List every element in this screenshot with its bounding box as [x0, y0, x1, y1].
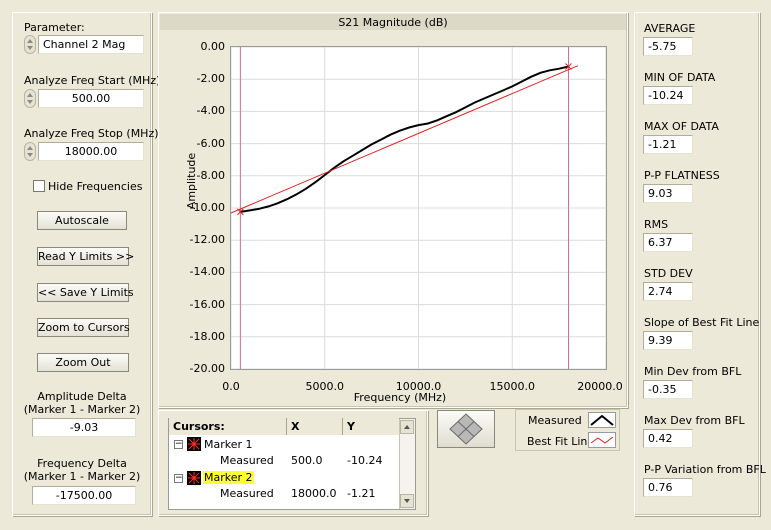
- stat-label: STD DEV: [644, 267, 693, 280]
- y-tick-label: -20.00: [189, 362, 225, 375]
- marker-1-cursor-icon: [187, 437, 201, 451]
- freq-start-field[interactable]: 500.00: [38, 89, 144, 108]
- x-tick-label: 20000.0: [577, 380, 623, 393]
- stat-label: AVERAGE: [644, 22, 696, 35]
- marker-2-name[interactable]: Marker 2: [203, 471, 254, 484]
- marker-2-collapse-icon[interactable]: −: [174, 474, 183, 483]
- stat-label: MAX OF DATA: [644, 120, 719, 133]
- cursor-move-button[interactable]: [437, 410, 495, 448]
- legend-bestfit-label: Best Fit Line: [527, 435, 595, 448]
- stat-value: -1.21: [643, 135, 693, 154]
- y-tick-label: -8.00: [196, 168, 225, 182]
- amplitude-delta-value: -9.03: [32, 418, 136, 437]
- autoscale-button[interactable]: Autoscale: [37, 211, 127, 230]
- scroll-down-icon[interactable]: [400, 494, 414, 508]
- stat-label: Min Dev from BFL: [644, 365, 742, 378]
- stat-label: P-P FLATNESS: [644, 169, 720, 182]
- parameter-field[interactable]: Channel 2 Mag: [38, 35, 144, 54]
- legend-measured-swatch: [588, 412, 616, 428]
- x-tick-label: 0.0: [222, 380, 240, 393]
- freq-stop-field[interactable]: 18000.00: [38, 142, 144, 161]
- y-tick-label: -16.00: [189, 297, 225, 311]
- x-tick-label: 5000.0: [305, 380, 345, 393]
- frequency-delta-sublabel: (Marker 1 - Marker 2): [23, 470, 141, 483]
- cursors-header-y: Y: [343, 418, 399, 435]
- marker-1-sub: Measured: [220, 454, 274, 467]
- stat-value: 0.42: [643, 429, 693, 448]
- read-y-limits-button[interactable]: Read Y Limits >>: [37, 247, 134, 266]
- zoom-to-cursors-button[interactable]: Zoom to Cursors: [37, 318, 130, 337]
- chart-title: S21 Magnitude (dB): [338, 16, 448, 29]
- x-tick-label: 10000.0: [395, 380, 442, 393]
- hide-frequencies-label: Hide Frequencies: [48, 180, 143, 193]
- freq-stop-spinner[interactable]: [24, 142, 36, 161]
- x-tick-label: 15000.0: [489, 380, 536, 393]
- hide-frequencies-checkbox[interactable]: [33, 180, 45, 192]
- y-tick-label: -6.00: [196, 136, 225, 150]
- diamond-move-icon: [449, 413, 483, 445]
- y-tick-label: -12.00: [189, 233, 225, 247]
- cursors-header-name: Cursors:: [169, 418, 287, 435]
- stat-value: -5.75: [643, 37, 693, 56]
- frequency-delta-label: Frequency Delta: [37, 457, 127, 470]
- zoom-out-button[interactable]: Zoom Out: [37, 353, 129, 372]
- app-window: Parameter: Channel 2 Mag Analyze Freq St…: [0, 0, 771, 530]
- y-tick-label: 0.00: [200, 40, 226, 53]
- marker-2-y: -1.21: [347, 487, 376, 500]
- parameter-label: Parameter:: [24, 21, 85, 34]
- amplitude-delta-label: Amplitude Delta: [37, 390, 127, 403]
- legend-measured-label: Measured: [528, 414, 582, 427]
- y-tick-label: -4.00: [196, 104, 225, 118]
- stat-value: -10.24: [643, 86, 693, 105]
- legend-bestfit-swatch: [588, 432, 616, 448]
- stat-value: 2.74: [643, 282, 693, 301]
- stat-value: 6.37: [643, 233, 693, 252]
- freq-stop-label: Analyze Freq Stop (MHz): [24, 127, 159, 140]
- stat-label: MIN OF DATA: [644, 71, 716, 84]
- stat-value: 9.39: [643, 331, 693, 350]
- marker-1-name[interactable]: Marker 1: [204, 438, 253, 451]
- freq-start-label: Analyze Freq Start (MHz): [24, 74, 161, 87]
- y-tick-label: -10.00: [189, 201, 225, 214]
- cursors-header-x: X: [287, 418, 343, 435]
- stat-value: 0.76: [643, 478, 693, 497]
- chart-plot-area[interactable]: [231, 47, 606, 369]
- save-y-limits-button[interactable]: << Save Y Limits: [37, 283, 134, 302]
- stat-label: Max Dev from BFL: [644, 414, 745, 427]
- amplitude-delta-sublabel: (Marker 1 - Marker 2): [23, 403, 141, 416]
- stat-label: Slope of Best Fit Line: [644, 316, 760, 329]
- scroll-up-icon[interactable]: [400, 420, 414, 434]
- marker-1-y: -10.24: [347, 454, 383, 467]
- parameter-spinner[interactable]: [24, 35, 36, 54]
- stat-value: 9.03: [643, 184, 693, 203]
- series-best-fit-line: [231, 65, 579, 214]
- marker-2-sub: Measured: [220, 487, 274, 500]
- marker-2-cursor-icon: [187, 471, 201, 485]
- stat-value: -0.35: [643, 380, 693, 399]
- y-tick-label: -14.00: [189, 265, 225, 279]
- marker-2-x: 18000.0: [291, 487, 337, 500]
- frequency-delta-value: -17500.00: [32, 486, 136, 505]
- y-tick-label: -18.00: [189, 329, 225, 343]
- marker-1-x: 500.0: [291, 454, 323, 467]
- y-tick-label: -2.00: [196, 72, 225, 86]
- stat-label: RMS: [644, 218, 669, 231]
- freq-start-spinner[interactable]: [24, 89, 36, 108]
- marker-1-collapse-icon[interactable]: −: [174, 440, 183, 449]
- stat-label: P-P Variation from BFL: [644, 463, 766, 476]
